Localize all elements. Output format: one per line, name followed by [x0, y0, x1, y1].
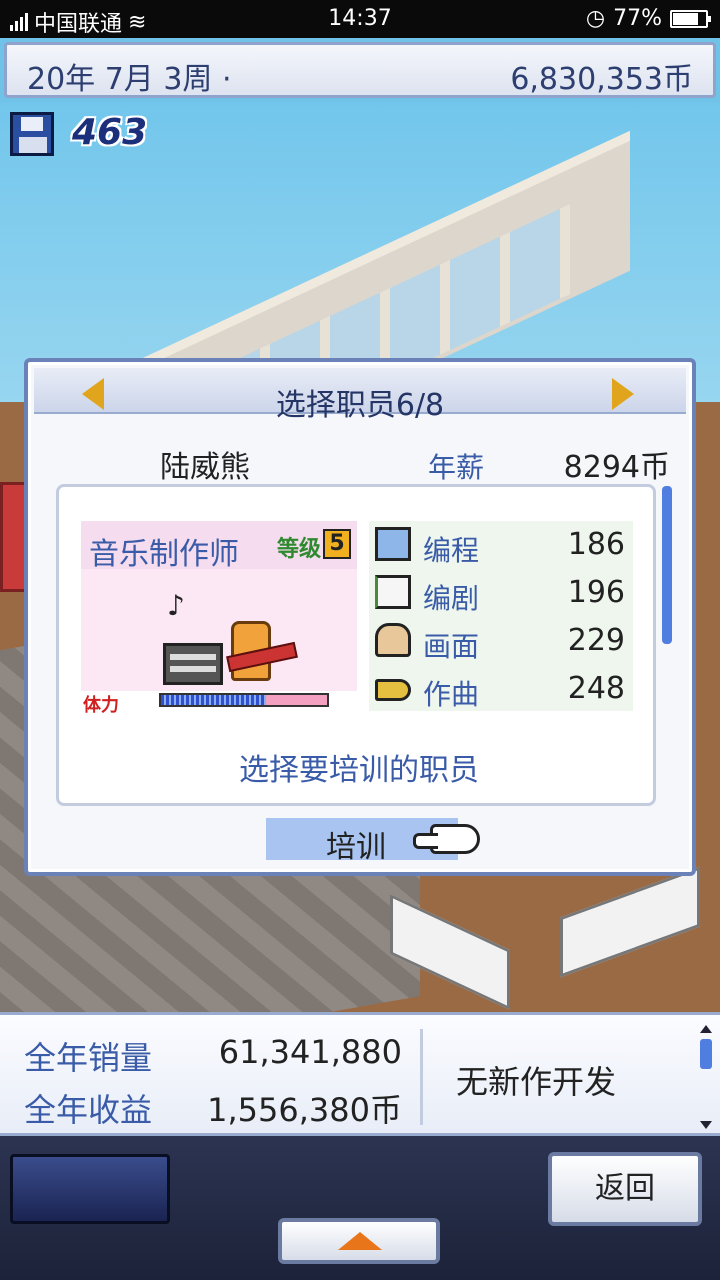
- game-info-bar: 20年 7月 3周 · 6,830,353币: [4, 42, 716, 98]
- level-label: 等级: [277, 537, 322, 562]
- save-counter: 463: [72, 112, 148, 153]
- job-box: 音乐制作师 等级 5 ♪ 体力: [81, 521, 357, 716]
- music-note-icon: ♪: [167, 589, 185, 622]
- dialog-title: 选择职员6/8: [275, 388, 445, 423]
- menu-button[interactable]: [10, 1154, 170, 1224]
- stat-label: 编剧: [423, 582, 480, 615]
- trumpet-icon: [375, 679, 411, 701]
- stat-value: 229: [567, 623, 625, 658]
- salary-label: 年薪: [428, 451, 485, 484]
- back-button[interactable]: 返回: [548, 1152, 702, 1226]
- battery-percent: 77%: [613, 6, 662, 31]
- monitor-icon: [375, 527, 411, 561]
- paintbrush-icon: [375, 623, 411, 657]
- stat-label: 作曲: [423, 678, 480, 711]
- stat-label: 编程: [423, 534, 480, 567]
- dialog-scrollbar[interactable]: [662, 486, 672, 806]
- train-button-label: 培训: [326, 830, 386, 865]
- staff-card[interactable]: 音乐制作师 等级 5 ♪ 体力 编程 186 编剧 196 画面 229 作曲 …: [56, 484, 656, 806]
- stat-row: 编程 186: [369, 521, 633, 569]
- staff-select-dialog: 选择职员6/8 陆威熊 年薪 8294币 音乐制作师 等级 5 ♪ 体力 编程 …: [24, 358, 696, 876]
- expand-button[interactable]: [278, 1218, 440, 1264]
- keyboard-sprite: [163, 643, 223, 685]
- bottom-nav: 返回: [0, 1136, 720, 1280]
- annual-sales-label: 全年销量: [24, 1039, 153, 1077]
- dialog-header: 选择职员6/8: [34, 368, 686, 423]
- alarm-icon: ◷: [585, 6, 606, 31]
- divider: [420, 1029, 423, 1125]
- annual-stats-panel: 全年销量 61,341,880 全年收益 1,556,380币 无新作开发: [0, 1012, 720, 1136]
- book-icon: [375, 575, 411, 609]
- stamina-label: 体力: [83, 695, 119, 716]
- scroll-up-icon[interactable]: [700, 1025, 712, 1033]
- battery-level: [673, 12, 698, 25]
- development-status: 无新作开发: [456, 1063, 617, 1101]
- stamina-row: 体力: [81, 691, 357, 716]
- funds: 6,830,353币: [510, 62, 693, 97]
- battery-icon: [670, 9, 711, 28]
- annual-sales-value: 61,341,880: [218, 1033, 402, 1071]
- floppy-disk-icon[interactable]: [10, 112, 54, 156]
- skill-stats: 编程 186 编剧 196 画面 229 作曲 248: [369, 521, 633, 711]
- stat-value: 196: [567, 575, 625, 610]
- salary-value: 8294币: [563, 450, 670, 485]
- scroll-down-icon[interactable]: [700, 1121, 712, 1129]
- stat-row: 编剧 196: [369, 569, 633, 617]
- up-arrow-icon: [338, 1232, 382, 1250]
- stat-row: 作曲 248: [369, 665, 633, 713]
- scrollbar-thumb[interactable]: [700, 1039, 712, 1069]
- stamina-bar: [159, 693, 329, 707]
- instruction-text: 选择要培训的职员: [239, 753, 479, 788]
- annual-profit-label: 全年收益: [24, 1091, 153, 1129]
- stat-value: 186: [567, 527, 625, 562]
- level-badge: 5: [323, 529, 351, 559]
- scrollbar-thumb[interactable]: [662, 486, 672, 644]
- panel-scrollbar[interactable]: [698, 1025, 714, 1129]
- job-title: 音乐制作师: [89, 537, 239, 572]
- annual-profit-value: 1,556,380币: [207, 1091, 402, 1129]
- next-staff-arrow-icon[interactable]: [612, 378, 634, 410]
- stamina-fill: [161, 695, 266, 705]
- character-sprite-area: ♪: [81, 569, 357, 691]
- stat-label: 画面: [423, 630, 480, 663]
- game-date: 20年 7月 3周 ·: [27, 62, 232, 97]
- status-bar: 中国联通 ≋ 14:37 ◷ 77%: [0, 0, 720, 38]
- staff-name: 陆威熊: [160, 450, 250, 485]
- pointing-hand-icon: [413, 824, 480, 854]
- stat-row: 画面 229: [369, 617, 633, 665]
- stat-value: 248: [567, 671, 625, 706]
